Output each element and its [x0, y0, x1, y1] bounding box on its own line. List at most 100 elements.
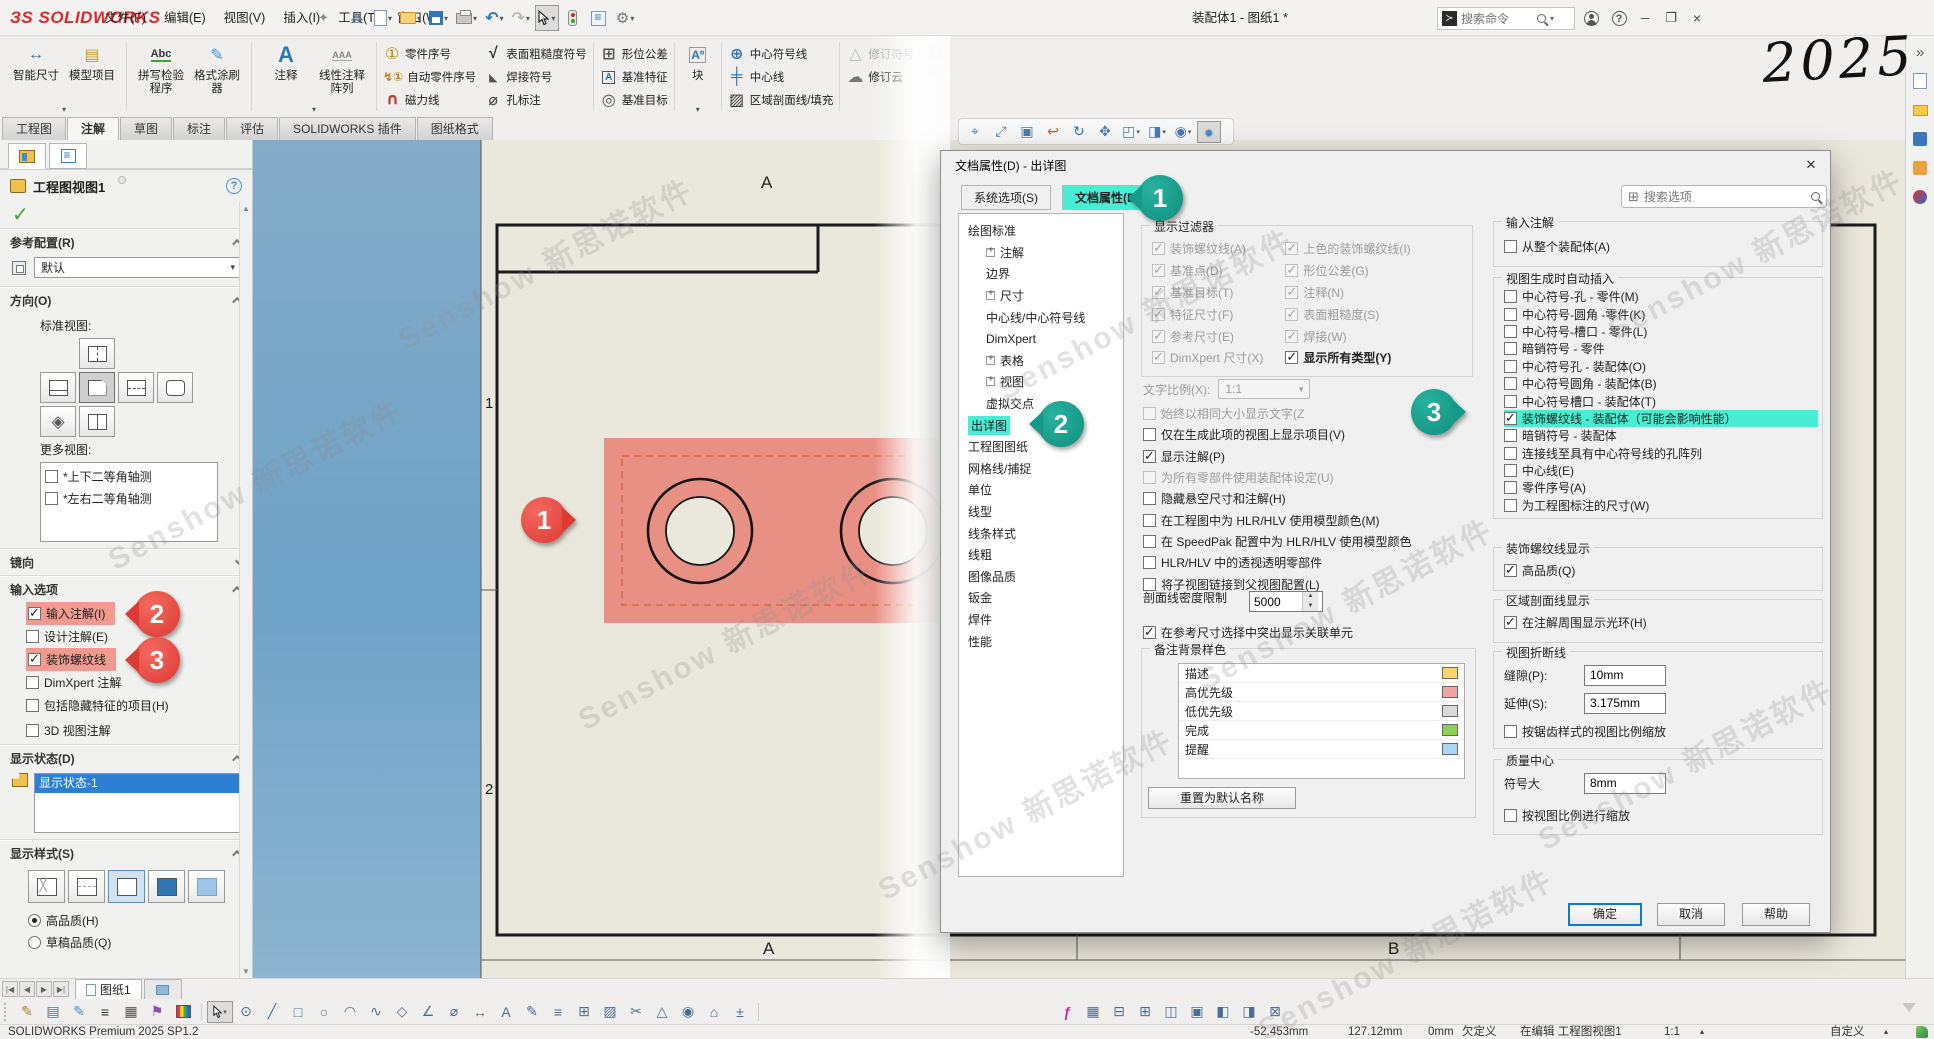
option-halo-around-annotations[interactable]: 在注解周围显示光环(H) [1504, 611, 1647, 633]
sheet-scale[interactable]: 1:1 [1664, 1025, 1680, 1039]
scale-dropdown-icon[interactable]: ▴ [1700, 1025, 1704, 1039]
origin-tool-button[interactable] [701, 1001, 727, 1023]
view-right-button[interactable] [118, 372, 154, 403]
tree-item-dimensions[interactable]: 尺寸 [959, 285, 1123, 307]
arc-tool-button[interactable] [337, 1001, 363, 1023]
configuration-select[interactable]: 默认▾ [34, 257, 242, 278]
dropdown-arrow-icon[interactable]: ▾ [444, 14, 448, 23]
minimize-button[interactable]: ─ [1632, 0, 1658, 36]
zoom-fit-button[interactable] [989, 121, 1013, 143]
option-model-color-hlr[interactable]: 在工程图中为 HLR/HLV 使用模型颜色(M) [1143, 509, 1483, 530]
tab-system-options[interactable]: 系统选项(S) [961, 185, 1051, 210]
radio-high-quality[interactable]: 高品质(H) [0, 909, 252, 931]
chevron-down-icon[interactable]: ▾ [1188, 128, 1192, 136]
reset-default-names-button[interactable]: 重置为默认名称 [1148, 787, 1296, 809]
menu-edit[interactable]: 编辑(E) [155, 0, 215, 36]
edit-appearance-button[interactable] [1197, 121, 1221, 143]
feature-manager-tab[interactable] [49, 143, 87, 169]
hatch-density-input[interactable] [1250, 592, 1302, 611]
login-button[interactable] [1578, 0, 1604, 36]
menu-file[interactable]: 文件(F) [96, 0, 155, 36]
cell-button[interactable] [1184, 1001, 1210, 1023]
auto-insert-cosmetic-threads-assembly[interactable]: 装饰螺纹线 - 装配体（可能会影响性能） [1504, 410, 1818, 427]
tree-item-centerlines[interactable]: 中心线/中心符号线 [959, 306, 1123, 328]
auto-insert-option[interactable]: 暗销符号 - 装配体 [1504, 427, 1818, 444]
spell-checker-button[interactable]: 拼写检验程序 [133, 40, 189, 96]
gap-input[interactable] [1584, 665, 1666, 686]
add-sheet-button[interactable] [144, 979, 182, 999]
shade-right-button[interactable] [1236, 1001, 1262, 1023]
dropdown-arrow-icon[interactable]: ▾ [223, 1008, 227, 1016]
dialog-search-input[interactable] [1644, 190, 1806, 204]
equation-button[interactable] [1054, 1001, 1080, 1023]
option-transparent-components[interactable]: HLR/HLV 中的透视透明零部件 [1143, 552, 1483, 573]
view-front-button[interactable] [79, 372, 115, 403]
tab-addins[interactable]: SOLIDWORKS 插件 [279, 117, 416, 140]
no-sketch-button[interactable] [1262, 1001, 1288, 1023]
note-button[interactable]: 注释 [258, 40, 314, 83]
print-button[interactable]: ▾ [453, 5, 480, 31]
view-bottom-button[interactable] [79, 406, 115, 437]
more-views-list[interactable]: *上下二等角轴测 *左右二等角轴测 [40, 462, 218, 542]
surface-finish-button[interactable]: 表面粗糙度符号 [484, 44, 587, 64]
hatch-density-spinner[interactable]: ▲▼ [1249, 591, 1323, 612]
note-color-list[interactable]: 描述 高优先级 低优先级 完成 提醒 [1178, 663, 1465, 779]
move-tool-button[interactable] [467, 1001, 493, 1023]
hatch-tool-button[interactable] [597, 1001, 623, 1023]
color-swatch[interactable] [1442, 667, 1458, 679]
previous-view-button[interactable] [1041, 121, 1065, 143]
help-button[interactable]: ? [1606, 0, 1632, 36]
auto-insert-option[interactable]: 零件序号(A) [1504, 479, 1818, 496]
layers-button[interactable] [40, 1001, 66, 1023]
more-view-option[interactable]: *上下二等角轴测 [45, 465, 213, 487]
column-button[interactable] [1158, 1001, 1184, 1023]
close-button[interactable]: × [1684, 0, 1710, 36]
view-left-button[interactable] [40, 372, 76, 403]
ok-button[interactable]: 确定 [1568, 903, 1642, 926]
rectangle-tool-button[interactable] [285, 1001, 311, 1023]
center-mark-button[interactable]: 中心符号线 [728, 44, 834, 64]
search-icon[interactable] [1811, 192, 1820, 201]
tree-item-annotations[interactable]: 注解 [959, 242, 1123, 264]
ok-check-icon[interactable]: ✓ [12, 204, 29, 226]
home-button[interactable] [345, 5, 369, 31]
shaded-with-edges-button[interactable] [148, 870, 185, 903]
filter-display-all-types[interactable]: 显示所有类型(Y) [1285, 347, 1410, 369]
point-tool-button[interactable] [233, 1001, 259, 1023]
auto-insert-option[interactable]: 连接线至具有中心符号线的孔阵列 [1504, 445, 1818, 462]
extension-input[interactable] [1584, 693, 1666, 714]
options-button[interactable]: ▾ [613, 5, 637, 31]
zoom-area-button[interactable] [1015, 121, 1039, 143]
circle-tool-button[interactable] [311, 1001, 337, 1023]
magnetic-line-button[interactable]: 磁力线 [383, 90, 476, 110]
unit-system[interactable]: 自定义 [1830, 1025, 1865, 1039]
wireframe-style-button[interactable] [28, 870, 65, 903]
color-display-button[interactable] [170, 1001, 196, 1023]
command-search-box[interactable]: ≻ ▾ [1437, 7, 1575, 30]
hole-callout-button[interactable]: 孔标注 [484, 90, 587, 110]
dropdown-arrow-icon[interactable]: ▾ [417, 14, 421, 23]
tree-item-performance[interactable]: 性能 [959, 630, 1123, 652]
tree-item-line-thickness[interactable]: 线粗 [959, 544, 1123, 566]
tab-drawing[interactable]: 工程图 [2, 117, 66, 140]
tree-item-weldments[interactable]: 焊件 [959, 609, 1123, 631]
design-library-button[interactable] [1910, 100, 1930, 120]
tree-item-image-quality[interactable]: 图像品质 [959, 566, 1123, 588]
new-file-button[interactable]: ▾ [371, 5, 395, 31]
section-reference-configuration[interactable]: 参考配置(R) [0, 230, 252, 255]
block-button[interactable]: 块 [681, 40, 715, 83]
search-icon[interactable] [1537, 14, 1546, 23]
zoom-window-button[interactable] [963, 121, 987, 143]
redo-button[interactable]: ▾ [508, 5, 532, 31]
display-state-list[interactable]: 显示状态-1 [34, 773, 242, 833]
note-color-row[interactable]: 完成 [1179, 721, 1464, 740]
auto-insert-option[interactable]: 中心符号槽口 - 装配体(T) [1504, 392, 1818, 409]
auto-insert-option[interactable]: 暗销符号 - 零件 [1504, 340, 1818, 357]
save-button[interactable]: ▾ [426, 5, 451, 31]
expand-icon[interactable] [986, 248, 995, 257]
area-hatch-fill-button[interactable]: 区域剖面线/填充 [728, 90, 834, 110]
view-orientation-button[interactable]: ▾ [1119, 121, 1143, 143]
dropdown-arrow-icon[interactable]: ▾ [388, 14, 392, 23]
note-color-row[interactable]: 描述 [1179, 664, 1464, 683]
checkbox-hidden-feature-items[interactable]: 包括隐藏特征的项目(H) [26, 694, 252, 717]
